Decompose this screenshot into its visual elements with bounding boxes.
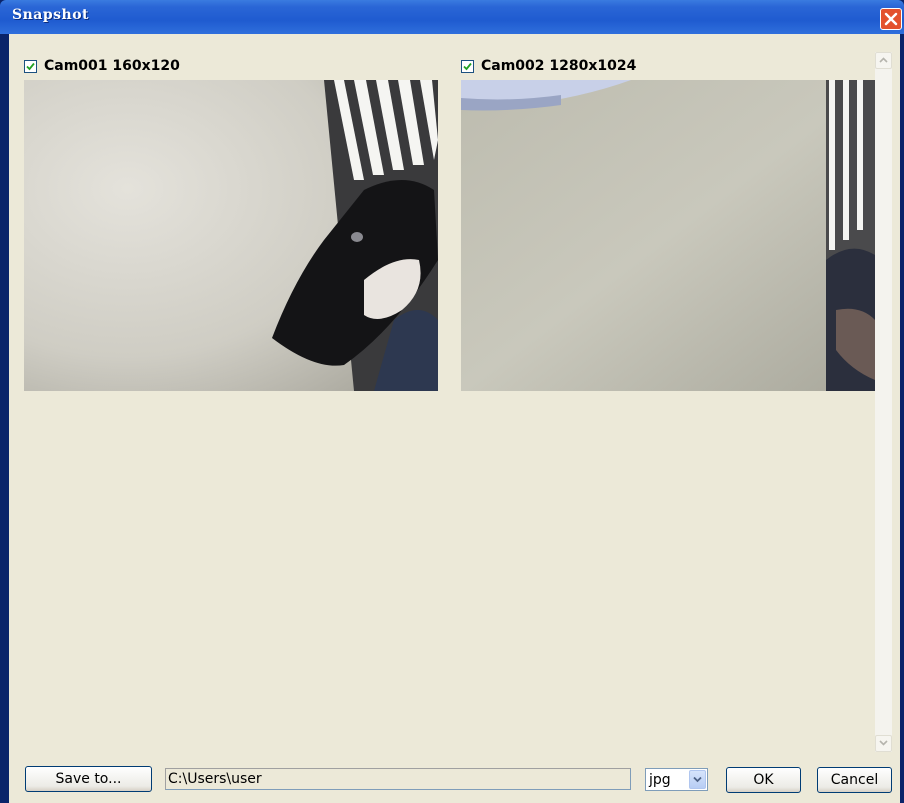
title-bar[interactable]: Snapshot [0,0,904,34]
camera-2-label: Cam002 1280x1024 [481,58,637,74]
chevron-up-icon [879,57,888,63]
cancel-button[interactable]: Cancel [817,767,892,793]
camera-1-label: Cam001 160x120 [44,58,180,74]
camera-2-preview [461,80,875,391]
snapshot-window: Snapshot Cam001 160x120 Cam002 1280x1024… [0,0,904,803]
check-icon [26,62,35,71]
format-value: jpg [649,772,671,788]
vertical-scrollbar[interactable] [875,52,892,752]
camera-2-checkbox[interactable] [461,60,474,73]
check-icon [463,62,472,71]
save-path-field[interactable]: C:\Users\user [165,768,631,790]
chevron-down-icon [879,740,888,746]
window-title: Snapshot [12,7,90,23]
chevron-down-icon [693,776,702,783]
camera-1-preview [24,80,438,391]
scroll-up-button[interactable] [875,52,892,69]
ok-button[interactable]: OK [726,767,801,793]
scroll-down-button[interactable] [875,735,892,752]
format-dropdown[interactable]: jpg [645,768,708,791]
dialog-body: Cam001 160x120 Cam002 1280x1024 Save to.… [9,34,900,803]
camera-1-checkbox[interactable] [24,60,37,73]
save-to-button[interactable]: Save to... [25,766,152,792]
close-icon [884,12,898,26]
close-button[interactable] [880,8,902,30]
dropdown-arrow-button[interactable] [689,770,706,789]
